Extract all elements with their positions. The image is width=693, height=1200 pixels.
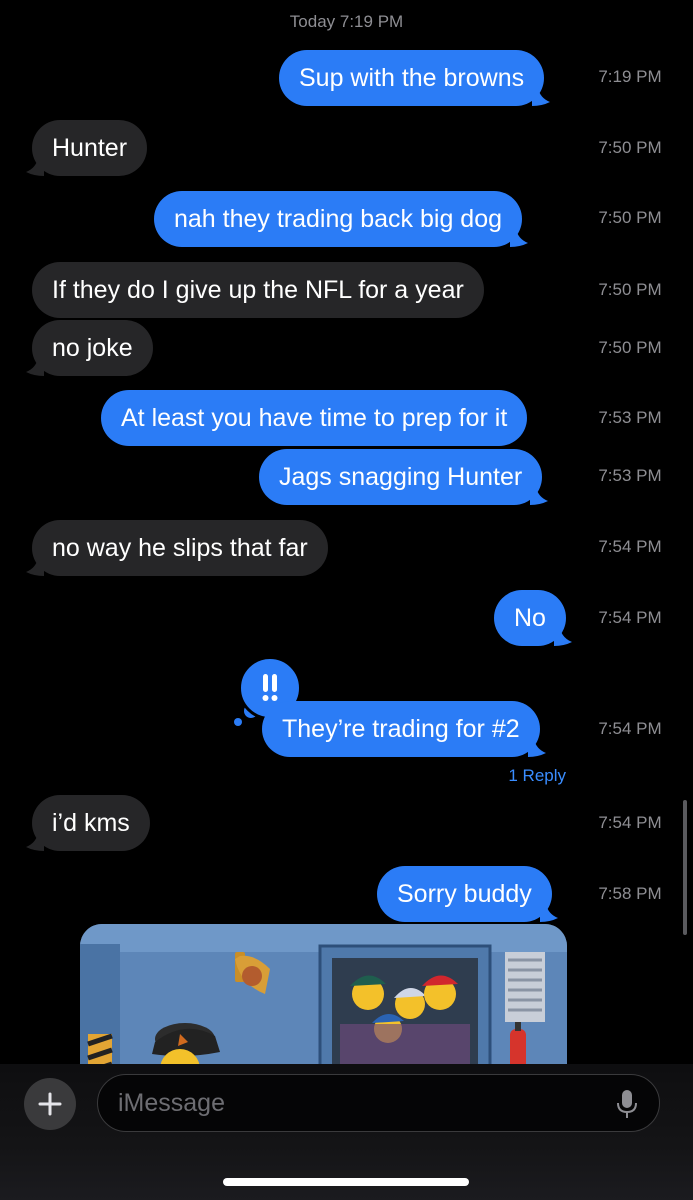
message-text: Hunter: [52, 134, 128, 162]
message-bubble-incoming[interactable]: no way he slips that far: [26, 520, 328, 576]
message-bubble-outgoing[interactable]: At least you have time to prep for it: [101, 390, 528, 446]
message-time: 7:50 PM: [598, 138, 662, 157]
message-time: 7:54 PM: [598, 719, 662, 738]
message-text: They’re trading for #2: [282, 715, 520, 743]
add-attachment-button[interactable]: [24, 1078, 76, 1130]
message-text: Sorry buddy: [397, 880, 532, 908]
message-text: No: [514, 604, 546, 632]
message-input[interactable]: iMessage: [97, 1074, 660, 1132]
message-text: Jags snagging Hunter: [279, 463, 523, 491]
bubble-tail: [26, 158, 44, 176]
message-time: 7:53 PM: [598, 408, 662, 427]
bubble-tail: [26, 833, 44, 851]
message-bubble-outgoing[interactable]: They’re trading for #2: [262, 701, 546, 757]
tapback-dot: [234, 718, 242, 726]
message-text: If they do I give up the NFL for a year: [52, 276, 464, 304]
message-bubble-incoming[interactable]: If they do I give up the NFL for a year: [32, 262, 484, 318]
message-input-placeholder: iMessage: [118, 1089, 225, 1117]
bubble-tail: [530, 487, 549, 505]
bubble-tail: [532, 88, 551, 106]
message-bubble-incoming[interactable]: i’d kms: [26, 795, 150, 851]
plus-icon: [38, 1092, 62, 1116]
message-time: 7:54 PM: [598, 608, 662, 627]
message-text: Sup with the browns: [299, 64, 525, 92]
message-bubble-outgoing[interactable]: Jags snagging Hunter: [259, 449, 549, 505]
bubble-tail: [539, 904, 558, 922]
mic-icon[interactable]: [615, 1089, 639, 1119]
message-bubble-outgoing[interactable]: nah they trading back big dog: [154, 191, 529, 247]
bubble-tail: [527, 739, 546, 757]
message-time: 7:54 PM: [598, 813, 662, 832]
message-time: 7:50 PM: [598, 208, 662, 227]
home-indicator[interactable]: [223, 1178, 469, 1186]
message-time: 7:19 PM: [598, 67, 662, 86]
thread-reply-link[interactable]: 1 Reply: [508, 766, 566, 786]
message-bubble-outgoing[interactable]: Sorry buddy: [377, 866, 558, 922]
message-text: no way he slips that far: [52, 534, 308, 562]
conversation-date-header: Today 7:19 PM: [289, 12, 404, 31]
message-time: 7:50 PM: [598, 338, 662, 357]
meme-image: [80, 924, 567, 1074]
message-bubble-incoming[interactable]: no joke: [26, 320, 153, 376]
bubble-tail: [553, 628, 572, 646]
bubble-tail: [26, 358, 44, 376]
message-text: nah they trading back big dog: [174, 205, 503, 233]
bubble-tail: [26, 558, 44, 576]
message-time: 7:50 PM: [598, 280, 662, 299]
message-time: 7:53 PM: [598, 466, 662, 485]
bubble-tail: [510, 229, 529, 247]
scroll-indicator[interactable]: [683, 800, 687, 935]
message-text: At least you have time to prep for it: [121, 404, 508, 432]
message-time: 7:54 PM: [598, 537, 662, 556]
message-bubble-incoming[interactable]: Hunter: [26, 120, 148, 176]
message-text: i’d kms: [52, 809, 130, 837]
image-attachment[interactable]: [80, 924, 567, 1074]
message-bubble-outgoing[interactable]: Sup with the browns: [279, 50, 551, 106]
message-time: 7:58 PM: [598, 884, 662, 903]
message-text: no joke: [52, 334, 133, 362]
message-bubble-outgoing[interactable]: No: [494, 590, 572, 646]
